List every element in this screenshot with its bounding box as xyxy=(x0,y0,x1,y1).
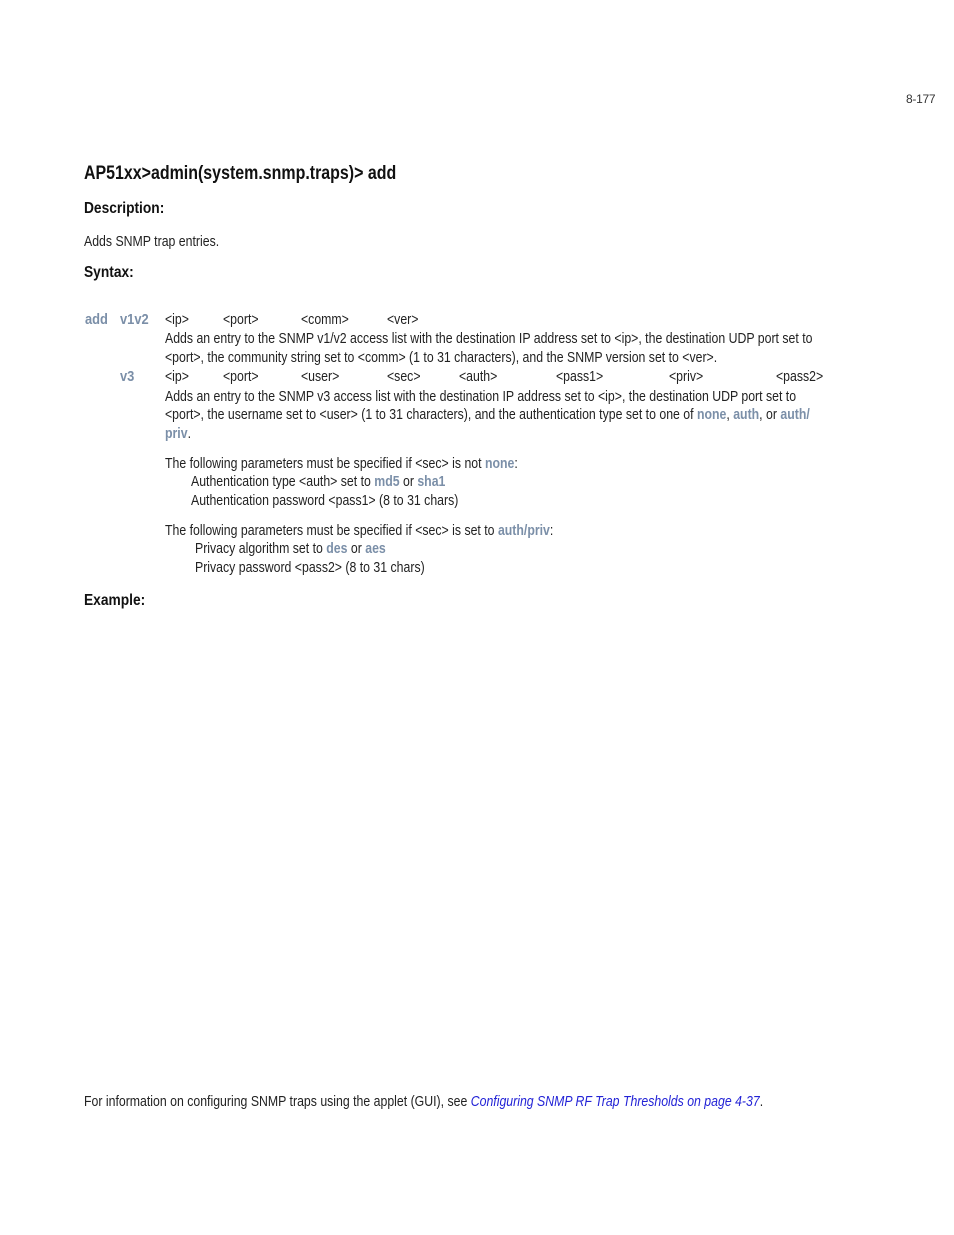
note-text: The following parameters must be specifi… xyxy=(165,522,498,539)
description-text: Adds SNMP trap entries. xyxy=(84,233,220,250)
syntax-v3-keyword: v3 xyxy=(120,368,135,385)
param-priv: <priv> xyxy=(669,368,704,385)
note-text: Authentication type <auth> set to xyxy=(191,473,375,490)
or-text: or xyxy=(399,473,418,490)
keyword-none: none xyxy=(484,455,515,472)
note-text: The following parameters must be specifi… xyxy=(165,455,485,472)
param-ip: <ip> xyxy=(165,311,189,328)
syntax-add-keyword: add xyxy=(85,311,108,328)
note-privacy-password: Privacy password <pass2> (8 to 31 chars) xyxy=(195,559,425,576)
keyword-md5: md5 xyxy=(374,473,400,490)
colon: : xyxy=(549,522,554,539)
keyword-auth-priv: priv xyxy=(165,425,188,442)
cross-reference-link[interactable]: Configuring SNMP RF Trap Thresholds on p… xyxy=(471,1093,760,1110)
keyword-des: des xyxy=(326,540,348,557)
note-auth-type: Authentication type <auth> set to md5 or… xyxy=(191,473,445,490)
v3-description-line: Adds an entry to the SNMP v3 access list… xyxy=(165,388,797,405)
note-sec-auth-priv: The following parameters must be specifi… xyxy=(165,522,553,539)
note-text: For information on configuring SNMP trap… xyxy=(84,1093,471,1110)
param-port: <port> xyxy=(223,311,259,328)
separator: , or xyxy=(759,406,781,423)
gui-reference-note: For information on configuring SNMP trap… xyxy=(84,1093,763,1110)
param-ip: <ip> xyxy=(165,368,189,385)
keyword-auth-priv: auth/ xyxy=(780,406,810,423)
description-heading: Description: xyxy=(84,200,165,217)
period: . xyxy=(759,1093,764,1110)
note-text: Privacy algorithm set to xyxy=(195,540,327,557)
note-privacy-algorithm: Privacy algorithm set to des or aes xyxy=(195,540,386,557)
separator: , xyxy=(726,406,734,423)
note-auth-password: Authentication password <pass1> (8 to 31… xyxy=(191,492,459,509)
or-text: or xyxy=(347,540,366,557)
v3-description-line: <port>, the username set to <user> (1 to… xyxy=(165,406,810,423)
param-comm: <comm> xyxy=(301,311,349,328)
v3-desc-text: <port>, the username set to <user> (1 to… xyxy=(165,406,697,423)
command-title: AP51xx>admin(system.snmp.traps)> add xyxy=(84,163,397,184)
v3-description-line: priv. xyxy=(165,425,191,442)
v1v2-description-line: Adds an entry to the SNMP v1/v2 access l… xyxy=(165,330,813,347)
param-auth: <auth> xyxy=(459,368,498,385)
keyword-auth-priv: auth/priv xyxy=(497,522,550,539)
param-pass1: <pass1> xyxy=(556,368,604,385)
param-user: <user> xyxy=(301,368,340,385)
page-number: 8-177 xyxy=(906,92,936,106)
keyword-none: none xyxy=(696,406,727,423)
syntax-v1v2-keyword: v1v2 xyxy=(120,311,149,328)
param-pass2: <pass2> xyxy=(776,368,824,385)
v1v2-description-line: <port>, the community string set to <com… xyxy=(165,349,718,366)
param-ver: <ver> xyxy=(387,311,419,328)
note-sec-not-none: The following parameters must be specifi… xyxy=(165,455,518,472)
param-sec: <sec> xyxy=(387,368,421,385)
period: . xyxy=(187,425,191,442)
example-heading: Example: xyxy=(84,592,146,609)
keyword-sha1: sha1 xyxy=(417,473,446,490)
keyword-aes: aes xyxy=(365,540,386,557)
colon: : xyxy=(514,455,518,472)
keyword-auth: auth xyxy=(733,406,760,423)
param-port: <port> xyxy=(223,368,259,385)
syntax-heading: Syntax: xyxy=(84,264,134,281)
